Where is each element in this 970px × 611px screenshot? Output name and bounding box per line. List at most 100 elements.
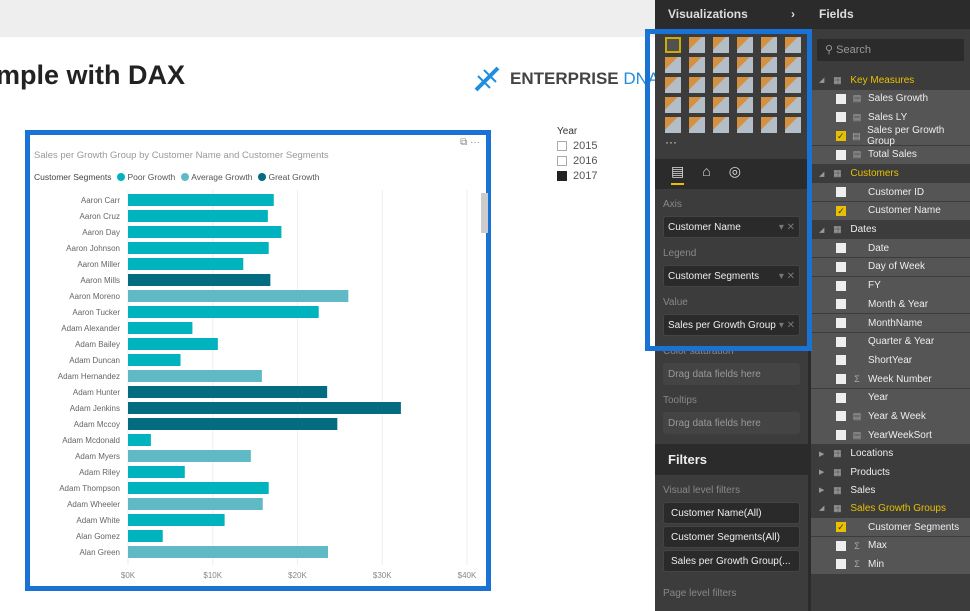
visual-type-icon[interactable]	[785, 57, 801, 73]
focus-mode-icon[interactable]: ⧉	[460, 137, 467, 148]
field-item[interactable]: ✓ Customer Segments	[811, 518, 970, 537]
checkbox[interactable]	[836, 374, 846, 385]
legend-item[interactable]: Poor Growth	[117, 172, 175, 182]
field-item[interactable]: ▤ Sales LY	[811, 108, 970, 127]
remove-field-icon[interactable]: ▾ ✕	[779, 271, 795, 282]
visual-type-icon[interactable]	[689, 97, 705, 113]
analytics-tab-icon[interactable]: ◎	[729, 163, 741, 185]
bar[interactable]	[128, 386, 328, 398]
visual-type-icon[interactable]	[689, 117, 705, 133]
more-visuals-button[interactable]: ···	[655, 133, 808, 151]
bar[interactable]	[128, 210, 268, 222]
visual-type-icon[interactable]	[713, 117, 729, 133]
format-tab-icon[interactable]: ⌂	[702, 163, 710, 185]
visual-type-icon[interactable]	[737, 117, 753, 133]
checkbox[interactable]	[557, 141, 567, 151]
more-options-icon[interactable]: ···	[470, 137, 480, 148]
visual-type-icon[interactable]	[761, 37, 777, 53]
expand-icon[interactable]: ▶	[819, 450, 824, 458]
filter-card[interactable]: Sales per Growth Group(...	[663, 550, 800, 572]
remove-field-icon[interactable]: ▾ ✕	[779, 320, 795, 331]
collapse-icon[interactable]: ◢	[819, 504, 824, 512]
checkbox[interactable]	[836, 112, 846, 123]
field-table[interactable]: ▶ ▦ Sales	[811, 481, 970, 499]
field-item[interactable]: Customer ID	[811, 183, 970, 202]
filter-card[interactable]: Customer Segments(All)	[663, 526, 800, 548]
bar[interactable]	[128, 290, 349, 302]
bar[interactable]	[128, 530, 163, 542]
collapse-icon[interactable]: ◢	[819, 170, 824, 178]
visual-type-icon[interactable]	[785, 77, 801, 93]
checkbox[interactable]	[836, 280, 846, 291]
bar[interactable]	[128, 498, 263, 510]
collapse-icon[interactable]: ◢	[819, 226, 824, 234]
visual-type-icon[interactable]	[737, 37, 753, 53]
field-item[interactable]: Month & Year	[811, 295, 970, 314]
visual-type-icon[interactable]	[713, 57, 729, 73]
field-item[interactable]: Day of Week	[811, 257, 970, 277]
checkbox[interactable]: ✓	[836, 205, 846, 216]
collapse-icon[interactable]: ◢	[819, 76, 824, 84]
checkbox[interactable]	[836, 411, 846, 422]
checkbox[interactable]	[836, 299, 846, 310]
visual-type-icon[interactable]	[785, 37, 801, 53]
bar[interactable]	[128, 322, 193, 334]
well-field[interactable]: Sales per Growth Group ▾ ✕	[663, 314, 800, 336]
checkbox[interactable]	[836, 187, 846, 198]
checkbox[interactable]	[557, 156, 567, 166]
visual-type-icon[interactable]	[665, 57, 681, 73]
bar[interactable]	[128, 306, 319, 318]
visual-type-icon[interactable]	[785, 117, 801, 133]
bar-chart-visual[interactable]: $0K $10K $20K $30K $40K Aaron Carr Aaron Cruz A…	[25, 130, 491, 591]
visual-type-icon[interactable]	[737, 97, 753, 113]
visual-type-icon[interactable]	[761, 77, 777, 93]
field-item[interactable]: ShortYear	[811, 351, 970, 370]
slicer-item[interactable]: 2015	[557, 140, 597, 152]
well-field[interactable]: Customer Segments ▾ ✕	[663, 265, 800, 287]
bar[interactable]	[128, 226, 282, 238]
legend-item[interactable]: Great Growth	[258, 172, 320, 182]
bar[interactable]	[128, 482, 269, 494]
bar[interactable]	[128, 354, 181, 366]
scrollbar[interactable]	[481, 193, 488, 233]
slicer-item[interactable]: 2016	[557, 155, 597, 167]
checkbox[interactable]	[836, 243, 846, 254]
remove-field-icon[interactable]: ▾ ✕	[779, 222, 795, 233]
checkbox[interactable]	[836, 261, 846, 272]
fields-tab-icon[interactable]: ▤	[671, 163, 685, 185]
bar[interactable]	[128, 274, 271, 286]
visual-type-icon[interactable]	[713, 77, 729, 93]
bar[interactable]	[128, 258, 244, 270]
bar[interactable]	[128, 242, 269, 254]
visual-type-icon[interactable]	[665, 97, 681, 113]
visual-type-icon[interactable]	[665, 37, 681, 53]
well-field[interactable]: Drag data fields here	[663, 412, 800, 434]
checkbox[interactable]	[836, 430, 846, 441]
visual-type-icon[interactable]	[665, 77, 681, 93]
visual-type-icon[interactable]	[713, 37, 729, 53]
checkbox[interactable]	[836, 355, 846, 366]
well-field[interactable]: Drag data fields here	[663, 363, 800, 385]
field-table[interactable]: ◢ ▦ Key Measures	[811, 71, 970, 89]
checkbox[interactable]	[836, 149, 846, 160]
checkbox[interactable]: ✓	[836, 131, 846, 142]
field-item[interactable]: ✓ Customer Name	[811, 201, 970, 220]
visual-type-icon[interactable]	[761, 97, 777, 113]
visual-type-icon[interactable]	[737, 77, 753, 93]
bar[interactable]	[128, 466, 185, 478]
field-item[interactable]: FY	[811, 276, 970, 295]
field-item[interactable]: ✓ ▤ Sales per Growth Group	[811, 125, 970, 147]
field-item[interactable]: Quarter & Year	[811, 332, 970, 351]
checkbox[interactable]	[836, 318, 846, 329]
checkbox[interactable]	[836, 392, 846, 403]
field-table[interactable]: ◢ ▦ Dates	[811, 221, 970, 239]
field-table[interactable]: ◢ ▦ Customers	[811, 164, 970, 182]
expand-icon[interactable]: ▶	[819, 486, 824, 494]
checkbox[interactable]	[557, 171, 567, 181]
field-item[interactable]: ▤ YearWeekSort	[811, 426, 970, 445]
checkbox[interactable]	[836, 93, 846, 104]
visual-type-icon[interactable]	[689, 37, 705, 53]
visual-type-icon[interactable]	[665, 117, 681, 133]
well-field[interactable]: Customer Name ▾ ✕	[663, 216, 800, 238]
slicer-item[interactable]: 2017	[557, 170, 597, 182]
